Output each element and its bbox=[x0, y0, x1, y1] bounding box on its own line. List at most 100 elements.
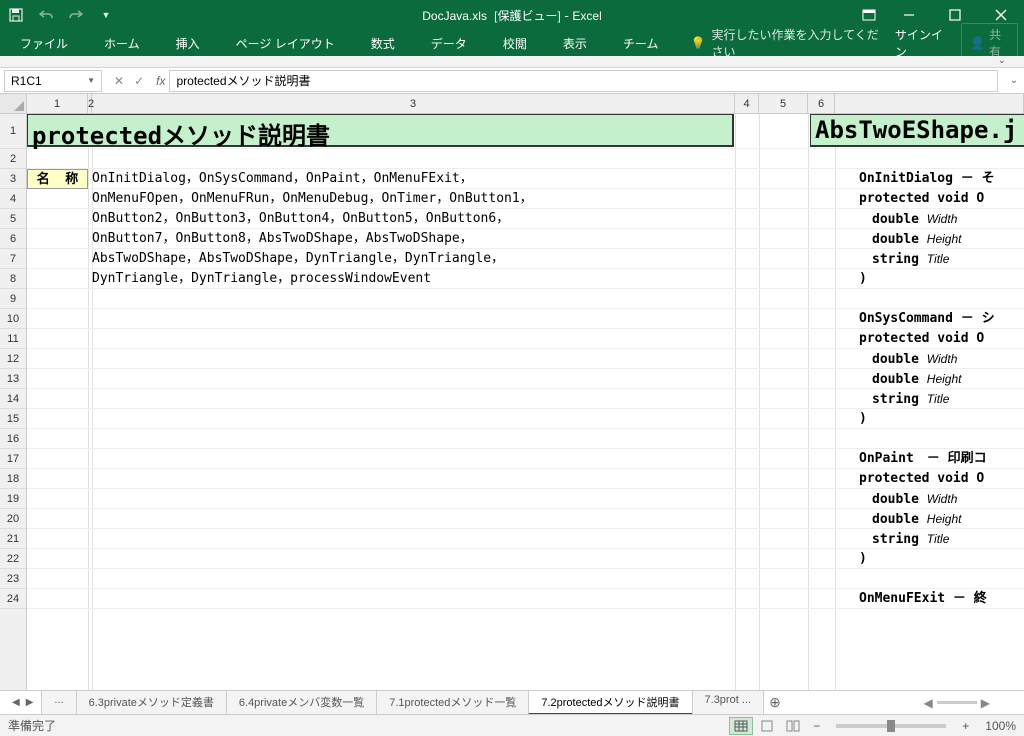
method-text[interactable]: AbsTwoDShape，AbsTwoDShape，DynTriangle，Dy… bbox=[92, 249, 504, 269]
sheet-tab[interactable]: ... bbox=[41, 691, 76, 715]
column-header[interactable]: 1 bbox=[27, 94, 88, 113]
right-title-cell[interactable]: AbsTwoEShape.j bbox=[810, 114, 1024, 147]
normal-view-icon[interactable] bbox=[729, 717, 753, 735]
tab-data[interactable]: データ bbox=[417, 31, 481, 56]
label-cell[interactable]: 名 称 bbox=[27, 169, 88, 189]
right-code-text[interactable]: protected void O bbox=[859, 469, 1024, 489]
add-sheet-button[interactable]: ⊕ bbox=[763, 694, 787, 711]
sheet-next-icon[interactable]: ▶ bbox=[24, 695, 36, 710]
row-header[interactable]: 1 bbox=[0, 114, 26, 149]
sheet-tab[interactable]: 7.1protectedメソッド一覧 bbox=[376, 691, 529, 715]
method-text[interactable]: OnMenuFOpen，OnMenuFRun，OnMenuDebug，OnTim… bbox=[92, 189, 533, 209]
right-code-text[interactable]: double Width bbox=[859, 489, 1024, 510]
row-header[interactable]: 8 bbox=[0, 269, 26, 289]
namebox-dropdown-icon[interactable]: ▼ bbox=[87, 76, 95, 85]
save-icon[interactable] bbox=[8, 7, 24, 23]
row-header[interactable]: 20 bbox=[0, 509, 26, 529]
sheet-nav[interactable]: ◀▶ bbox=[4, 695, 41, 710]
method-text[interactable]: OnButton7，OnButton8，AbsTwoDShape，AbsTwoD… bbox=[92, 229, 473, 249]
right-code-text[interactable]: ) bbox=[859, 269, 1024, 289]
tab-home[interactable]: ホーム bbox=[90, 31, 154, 56]
signin-link[interactable]: サインイン bbox=[895, 26, 949, 60]
sheet-tab[interactable]: 7.2protectedメソッド説明書 bbox=[528, 691, 692, 715]
fx-icon[interactable]: fx bbox=[152, 74, 169, 88]
tab-page-layout[interactable]: ページ レイアウト bbox=[222, 31, 349, 56]
right-code-text[interactable]: protected void O bbox=[859, 329, 1024, 349]
row-header[interactable]: 16 bbox=[0, 429, 26, 449]
row-header[interactable]: 11 bbox=[0, 329, 26, 349]
row-header[interactable]: 13 bbox=[0, 369, 26, 389]
row-header[interactable]: 12 bbox=[0, 349, 26, 369]
row-header[interactable]: 21 bbox=[0, 529, 26, 549]
row-header[interactable]: 3 bbox=[0, 169, 26, 189]
column-header[interactable]: 5 bbox=[759, 94, 808, 113]
right-code-text[interactable]: string Title bbox=[859, 389, 1024, 410]
redo-icon[interactable] bbox=[68, 7, 84, 23]
title-cell[interactable]: protectedメソッド説明書 bbox=[27, 114, 734, 147]
zoom-slider[interactable] bbox=[836, 724, 946, 728]
row-header[interactable]: 9 bbox=[0, 289, 26, 309]
cells-area[interactable]: protectedメソッド説明書AbsTwoEShape.j名 称OnInitD… bbox=[27, 114, 1024, 690]
ribbon-collapsed-strip: ⌄ bbox=[0, 56, 1024, 68]
method-text[interactable]: OnInitDialog，OnSysCommand，OnPaint，OnMenu… bbox=[92, 169, 473, 189]
tell-me[interactable]: 💡 実行したい作業を入力してください bbox=[690, 26, 886, 60]
right-code-text[interactable]: ) bbox=[859, 409, 1024, 429]
row-header[interactable]: 23 bbox=[0, 569, 26, 589]
right-code-text[interactable]: double Width bbox=[859, 209, 1024, 230]
method-text[interactable]: OnButton2，OnButton3，OnButton4，OnButton5，… bbox=[92, 209, 509, 229]
right-code-text[interactable]: string Title bbox=[859, 249, 1024, 270]
right-code-text[interactable]: OnInitDialog － そ bbox=[859, 169, 1024, 189]
cancel-formula-icon[interactable]: ✕ bbox=[114, 74, 124, 88]
right-code-text[interactable]: OnPaint － 印刷コ bbox=[859, 449, 1024, 469]
row-header[interactable]: 17 bbox=[0, 449, 26, 469]
undo-icon[interactable] bbox=[38, 7, 54, 23]
method-text[interactable]: DynTriangle，DynTriangle，processWindowEve… bbox=[92, 269, 431, 289]
row-header[interactable]: 10 bbox=[0, 309, 26, 329]
name-box[interactable]: R1C1▼ bbox=[4, 70, 102, 92]
row-header[interactable]: 6 bbox=[0, 229, 26, 249]
sheet-tab[interactable]: 7.3prot ... bbox=[692, 691, 764, 715]
row-header[interactable]: 24 bbox=[0, 589, 26, 609]
tab-file[interactable]: ファイル bbox=[6, 31, 82, 56]
right-code-text[interactable]: protected void O bbox=[859, 189, 1024, 209]
column-header[interactable]: 4 bbox=[735, 94, 759, 113]
qat-dropdown-icon[interactable]: ▼ bbox=[98, 7, 114, 23]
row-header[interactable]: 5 bbox=[0, 209, 26, 229]
row-header[interactable]: 18 bbox=[0, 469, 26, 489]
page-layout-view-icon[interactable] bbox=[755, 717, 779, 735]
row-header[interactable]: 14 bbox=[0, 389, 26, 409]
page-break-view-icon[interactable] bbox=[781, 717, 805, 735]
right-code-text[interactable]: ) bbox=[859, 549, 1024, 569]
row-header[interactable]: 19 bbox=[0, 489, 26, 509]
share-icon: 👤 bbox=[970, 36, 985, 50]
minimize-button[interactable] bbox=[886, 0, 932, 30]
row-header[interactable]: 2 bbox=[0, 149, 26, 169]
row-header[interactable]: 7 bbox=[0, 249, 26, 269]
column-header[interactable]: 6 bbox=[808, 94, 835, 113]
enter-formula-icon[interactable]: ✓ bbox=[134, 74, 144, 88]
tab-review[interactable]: 校閲 bbox=[489, 31, 541, 56]
right-code-text[interactable]: double Height bbox=[859, 369, 1024, 390]
tab-formulas[interactable]: 数式 bbox=[357, 31, 409, 56]
row-header[interactable]: 22 bbox=[0, 549, 26, 569]
tab-insert[interactable]: 挿入 bbox=[162, 31, 214, 56]
select-all-corner[interactable] bbox=[0, 94, 27, 113]
tab-view[interactable]: 表示 bbox=[549, 31, 601, 56]
zoom-level[interactable]: 100% bbox=[985, 719, 1016, 733]
right-code-text[interactable]: OnMenuFExit － 終 bbox=[859, 589, 1024, 609]
right-code-text[interactable]: double Height bbox=[859, 509, 1024, 530]
sheet-tab[interactable]: 6.3privateメソッド定義書 bbox=[76, 691, 227, 715]
formula-expand-icon[interactable]: ⌄ bbox=[1004, 75, 1024, 86]
sheet-tab[interactable]: 6.4privateメンバ変数一覧 bbox=[226, 691, 377, 715]
sheet-prev-icon[interactable]: ◀ bbox=[10, 695, 22, 710]
ribbon-expand-icon[interactable]: ⌄ bbox=[998, 55, 1006, 66]
right-code-text[interactable]: string Title bbox=[859, 529, 1024, 550]
row-header[interactable]: 4 bbox=[0, 189, 26, 209]
row-header[interactable]: 15 bbox=[0, 409, 26, 429]
tab-team[interactable]: チーム bbox=[609, 31, 673, 56]
right-code-text[interactable]: double Height bbox=[859, 229, 1024, 250]
formula-input[interactable]: protectedメソッド説明書 bbox=[169, 70, 998, 92]
right-code-text[interactable]: double Width bbox=[859, 349, 1024, 370]
column-header[interactable]: 3 bbox=[92, 94, 735, 113]
right-code-text[interactable]: OnSysCommand － シ bbox=[859, 309, 1024, 329]
